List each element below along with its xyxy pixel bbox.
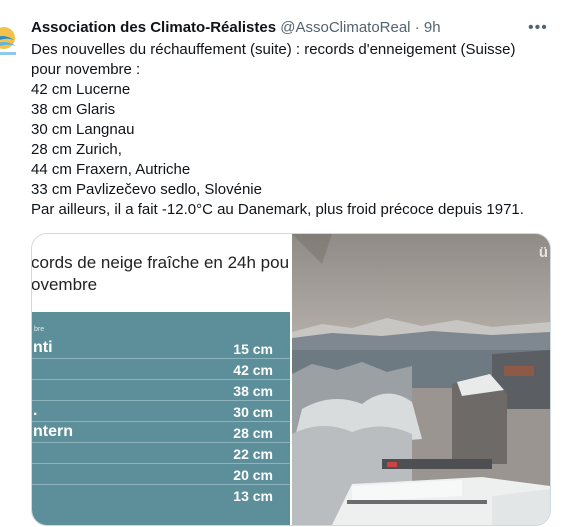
author-name[interactable]: Association des Climato-Réalistes <box>31 19 276 36</box>
image-title: cords de neige fraîche en 24h pou ovembr… <box>31 252 290 296</box>
avatar[interactable] <box>0 18 24 58</box>
table-row: 38 cm <box>32 380 290 401</box>
row-value: 38 cm <box>233 383 273 399</box>
snow-records-image[interactable]: cords de neige fraîche en 24h pou ovembr… <box>32 234 290 525</box>
tweet-line: 42 cm Lucerne <box>31 81 131 98</box>
tweet-line: 30 cm Langnau <box>31 121 135 138</box>
row-value: 30 cm <box>233 404 273 420</box>
tweet-media[interactable]: cords de neige fraîche en 24h pou ovembr… <box>31 233 551 526</box>
table-row: 13 cm <box>32 485 290 505</box>
author-handle[interactable]: @AssoClimatoReal <box>280 19 410 36</box>
webcam-image[interactable]: ü <box>292 234 550 525</box>
row-value: 22 cm <box>233 446 273 462</box>
row-value: 15 cm <box>233 341 273 357</box>
table-row: 20 cm <box>32 464 290 485</box>
table-row: ntern 28 cm <box>32 422 290 443</box>
row-value: 42 cm <box>233 362 273 378</box>
row-location: . <box>33 402 38 419</box>
tweet-line: Des nouvelles du réchauffement (suite) :… <box>31 41 516 58</box>
tweet-line: 44 cm Fraxern, Autriche <box>31 161 191 178</box>
row-location: ntern <box>33 423 73 440</box>
row-value: 20 cm <box>233 467 273 483</box>
tweet-text: Des nouvelles du réchauffement (suite) :… <box>31 40 551 220</box>
table-row: 42 cm <box>32 359 290 380</box>
tweet-line: 38 cm Glaris <box>31 101 116 118</box>
tweet-line: 33 cm Pavlizečevo sedlo, Slovénie <box>31 181 262 198</box>
tweet-line: 28 cm Zurich, <box>31 141 122 158</box>
more-dots-icon[interactable]: ••• <box>528 20 548 36</box>
row-value: 28 cm <box>233 425 273 441</box>
image-title-line: cords de neige fraîche en 24h pou <box>31 253 290 272</box>
image-title-line: ovembre <box>31 275 98 294</box>
row-value: 13 cm <box>233 488 273 504</box>
header-separator: · <box>414 19 420 36</box>
table-row: 22 cm <box>32 443 290 464</box>
tweet-header: Association des Climato-Réalistes @AssoC… <box>31 18 441 38</box>
tweet-time[interactable]: 9h <box>424 19 441 36</box>
row-location: nti <box>33 339 53 356</box>
tweet-line: Par ailleurs, il a fait -12.0°C au Danem… <box>31 201 524 218</box>
table-header-label: bre <box>34 326 45 333</box>
table-row: . 30 cm <box>32 401 290 422</box>
webcam-snow-scene <box>292 234 550 525</box>
table-row: nti 15 cm <box>32 338 290 359</box>
tweet-line: pour novembre : <box>31 61 141 78</box>
webcam-logo: ü <box>538 244 548 261</box>
